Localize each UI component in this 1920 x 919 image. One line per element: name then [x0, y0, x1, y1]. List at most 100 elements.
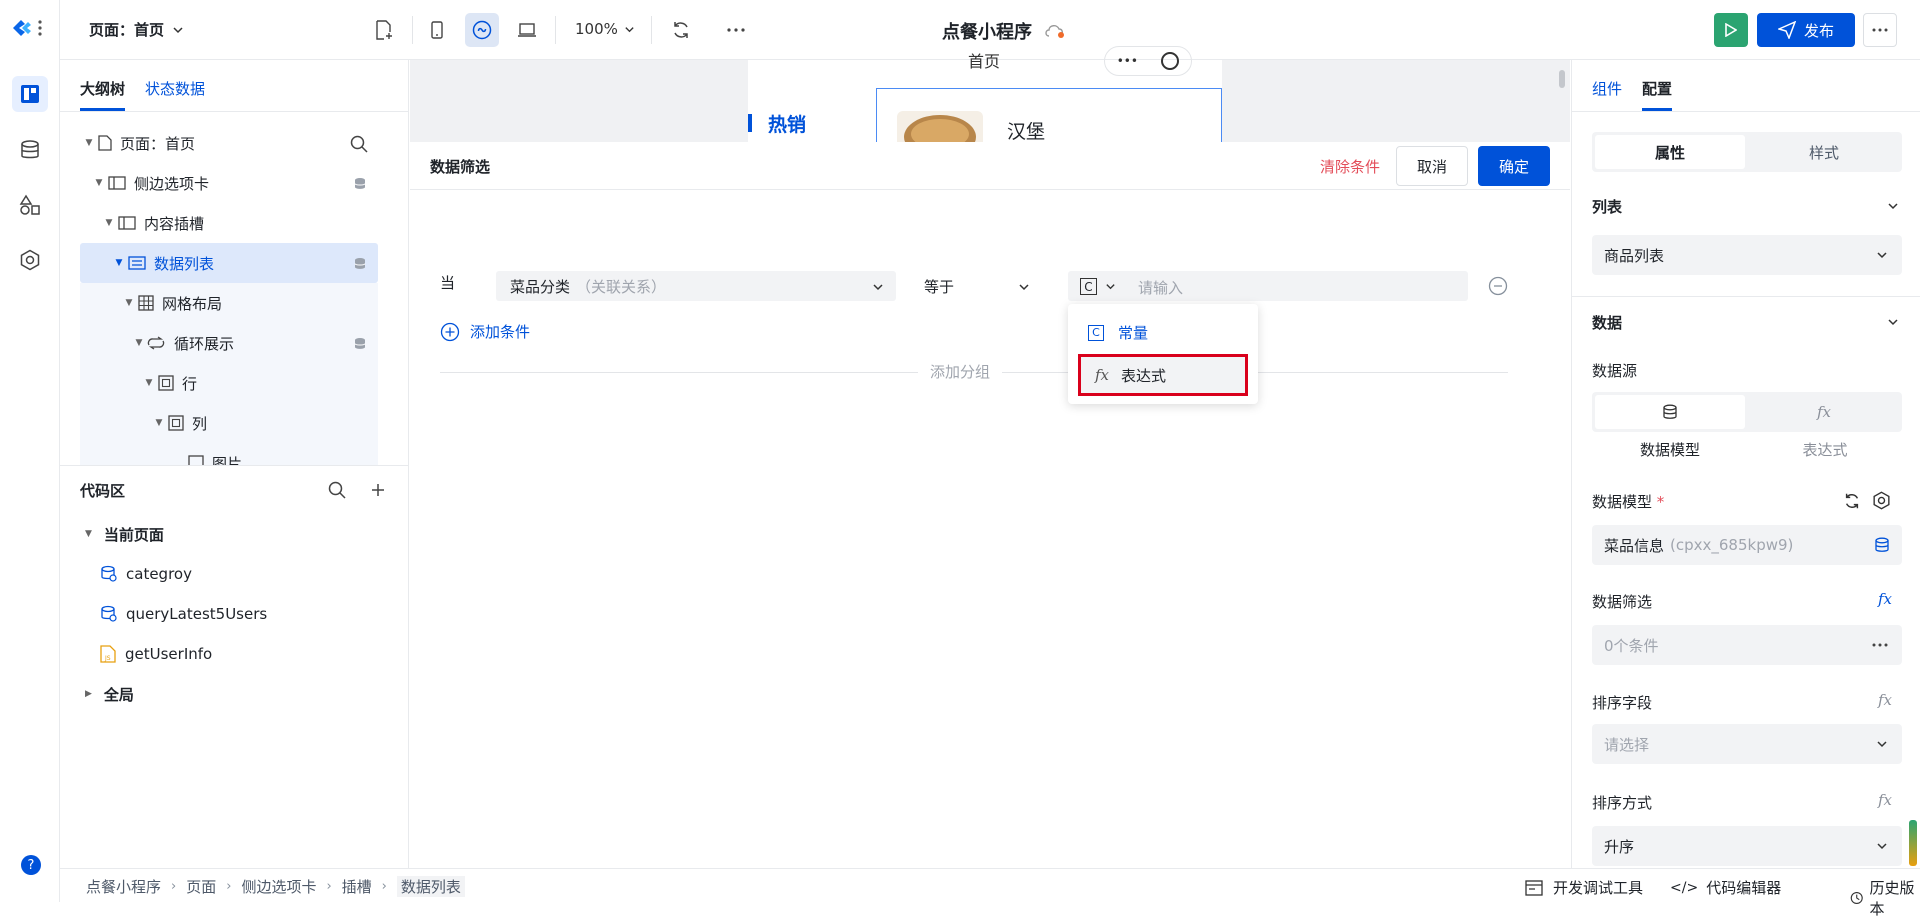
mobile-view-icon[interactable]: [420, 13, 454, 47]
fx-icon[interactable]: fx: [1878, 791, 1892, 809]
add-condition-button[interactable]: 添加条件: [440, 321, 530, 342]
source-expression-button[interactable]: fx: [1749, 395, 1899, 429]
database-nav-icon[interactable]: [12, 132, 48, 168]
breadcrumb: 点餐小程序 › 页面 › 侧边选项卡 › 插槽 › 数据列表: [86, 876, 465, 897]
more-icon[interactable]: [1872, 643, 1888, 647]
tree-item-page[interactable]: ▼ 页面：首页: [80, 123, 378, 163]
publish-label: 发布: [1803, 21, 1834, 40]
tree-item-image-clipped[interactable]: 图片: [80, 443, 378, 465]
option-expression[interactable]: fx 表达式: [1078, 354, 1248, 396]
run-button[interactable]: [1714, 13, 1748, 47]
app-logo[interactable]: [10, 16, 46, 40]
publish-button[interactable]: 发布: [1757, 13, 1855, 47]
breadcrumb-item[interactable]: 插槽: [342, 876, 372, 897]
zoom-value: 100%: [575, 20, 618, 38]
data-model-select[interactable]: 菜品信息 (cpxx_685kpw9): [1592, 525, 1902, 565]
play-icon: [1725, 23, 1737, 37]
tree-item-side-tabs[interactable]: ▼ 侧边选项卡: [80, 163, 378, 203]
constant-type-icon[interactable]: C: [1080, 278, 1097, 295]
code-editor-button[interactable]: </> 代码编辑器: [1670, 877, 1781, 898]
query-icon: [101, 565, 117, 582]
search-icon[interactable]: [350, 135, 368, 153]
tree-item-repeater[interactable]: ▼ 循环展示: [80, 323, 378, 363]
add-icon[interactable]: [370, 482, 386, 498]
image-icon: [188, 455, 204, 465]
constant-icon: C: [1088, 324, 1104, 341]
chevron-down-icon[interactable]: [1887, 316, 1899, 328]
canvas-scrollbar[interactable]: [1559, 70, 1565, 88]
sort-order-select[interactable]: 升序: [1592, 826, 1902, 866]
fx-icon[interactable]: fx: [1878, 691, 1892, 709]
more-icon[interactable]: [719, 13, 753, 47]
value-input[interactable]: C 请输入: [1068, 271, 1468, 301]
segment-properties[interactable]: 属性: [1595, 135, 1745, 169]
fx-icon[interactable]: fx: [1878, 590, 1892, 608]
history-button[interactable]: 历史版本: [1850, 877, 1920, 919]
breadcrumb-item[interactable]: 数据列表: [396, 876, 465, 897]
code-item-get-user-info[interactable]: JS getUserInfo: [60, 634, 409, 674]
confirm-button[interactable]: 确定: [1478, 146, 1550, 186]
code-area-title: 代码区: [80, 482, 126, 500]
desktop-view-icon[interactable]: [510, 13, 544, 47]
settings-nav-icon[interactable]: [12, 242, 48, 278]
field-select[interactable]: 菜品分类 （关联关系）: [496, 271, 896, 301]
page-selector[interactable]: 页面：首页: [89, 19, 184, 40]
zoom-selector[interactable]: 100%: [575, 20, 635, 38]
code-group-global[interactable]: ▶ 全局: [60, 674, 409, 714]
code-item-categroy[interactable]: categroy: [60, 554, 409, 594]
remove-condition-icon[interactable]: [1488, 276, 1508, 296]
source-data-model-button[interactable]: [1595, 395, 1745, 429]
data-model-label: 数据模型 *: [1592, 491, 1664, 512]
settings-icon[interactable]: [1872, 491, 1891, 510]
option-constant[interactable]: C 常量: [1088, 322, 1148, 343]
option-label: 表达式: [1121, 366, 1167, 385]
outline-nav-icon[interactable]: [12, 76, 48, 112]
add-page-icon[interactable]: [367, 13, 401, 47]
breadcrumb-item[interactable]: 页面: [186, 876, 216, 897]
chevron-down-icon[interactable]: [1887, 200, 1899, 212]
components-nav-icon[interactable]: [12, 187, 48, 223]
code-editor-label: 代码编辑器: [1706, 879, 1782, 897]
panel-scrollbar[interactable]: [1909, 820, 1917, 866]
breadcrumb-item[interactable]: 点餐小程序: [86, 876, 161, 897]
tree-item-grid-layout[interactable]: ▼ 网格布局: [80, 283, 378, 323]
more-menu-button[interactable]: [1863, 13, 1897, 47]
tab-components[interactable]: 组件: [1592, 78, 1622, 99]
tab-state-data[interactable]: 状态数据: [145, 78, 205, 99]
tab-config[interactable]: 配置: [1642, 78, 1672, 99]
tab-outline[interactable]: 大纲树: [80, 78, 125, 99]
help-icon[interactable]: ?: [21, 855, 41, 875]
chevron-down-icon: [1877, 843, 1887, 850]
database-icon: [354, 338, 366, 349]
database-icon: [1875, 537, 1889, 552]
layout-icon: [118, 216, 136, 230]
tree-item-data-list[interactable]: ▼ 数据列表: [80, 243, 378, 283]
breadcrumb-item[interactable]: 侧边选项卡: [241, 876, 316, 897]
tree-item-row[interactable]: ▼ 行: [80, 363, 378, 403]
clear-conditions-button[interactable]: 清除条件: [1320, 156, 1380, 177]
code-group-current-page[interactable]: ▼ 当前页面: [60, 514, 409, 554]
miniprogram-view-icon[interactable]: [465, 13, 499, 47]
add-group-button[interactable]: 添加分组: [918, 361, 1003, 382]
list-select[interactable]: 商品列表: [1592, 235, 1902, 275]
chevron-down-icon: [1019, 284, 1029, 291]
tree-item-content-slot[interactable]: ▼ 内容插槽: [80, 203, 378, 243]
code-item-query-latest[interactable]: queryLatest5Users: [60, 594, 409, 634]
console-icon: [1525, 879, 1543, 896]
tree-item-column[interactable]: ▼ 列: [80, 403, 378, 443]
chevron-down-icon[interactable]: [1105, 281, 1116, 292]
refresh-icon[interactable]: [664, 13, 698, 47]
preview-selected-item[interactable]: 汉堡: [876, 88, 1222, 143]
history-label: 历史版本: [1869, 879, 1915, 918]
segment-style[interactable]: 样式: [1749, 135, 1899, 169]
dev-tools-button[interactable]: 开发调试工具: [1525, 877, 1643, 898]
sort-order-label: 排序方式: [1592, 794, 1653, 812]
dialog-title: 数据筛选: [430, 158, 491, 176]
data-filter-field[interactable]: 0个条件: [1592, 625, 1902, 665]
sort-field-select[interactable]: 请选择: [1592, 724, 1902, 764]
cancel-button[interactable]: 取消: [1396, 146, 1468, 186]
refresh-icon[interactable]: [1843, 492, 1861, 510]
property-style-switch: 属性 样式: [1592, 132, 1902, 172]
operator-select[interactable]: 等于: [912, 271, 1042, 301]
search-icon[interactable]: [328, 481, 346, 499]
